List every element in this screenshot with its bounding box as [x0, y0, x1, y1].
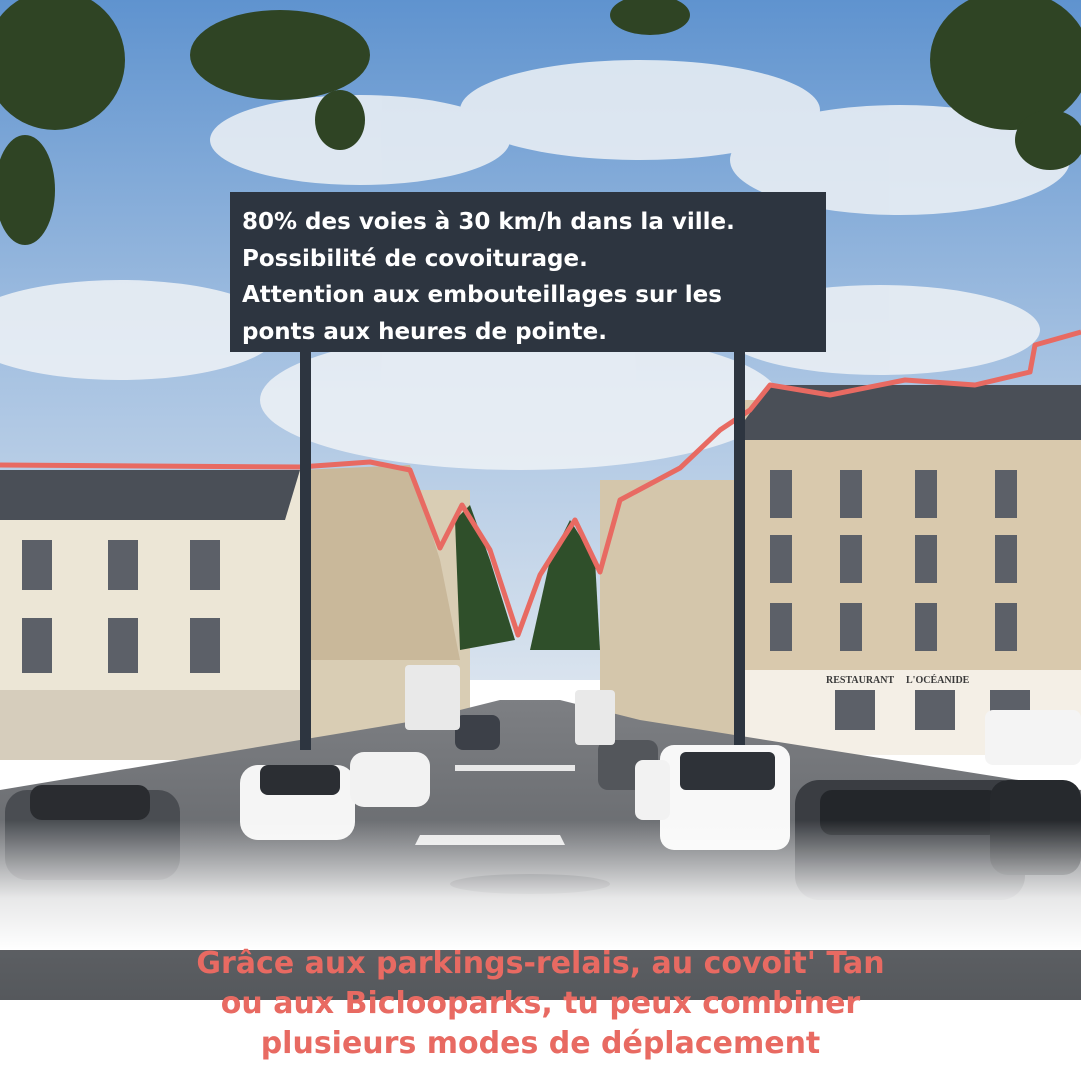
info-sign: 80% des voies à 30 km/h dans la ville. P… [230, 192, 826, 352]
sign-line-1: 80% des voies à 30 km/h dans la ville. [242, 209, 735, 235]
sign-pole-left [300, 350, 311, 750]
photo-fade [0, 820, 1081, 950]
storefront-restaurant: RESTAURANT [826, 675, 894, 686]
sign-line-4: ponts aux heures de pointe. [242, 318, 607, 345]
caption-line-1: Grâce aux parkings-relais, au covoit' Ta… [196, 946, 885, 981]
caption: Grâce aux parkings-relais, au covoit' Ta… [0, 944, 1081, 1064]
sign-line-3: Attention aux embouteillages sur les [242, 282, 722, 308]
caption-line-2: ou aux Biclooparks, tu peux combiner [220, 986, 861, 1021]
caption-line-3: plusieurs modes de déplacement [260, 1026, 821, 1061]
sign-pole-right [734, 350, 745, 745]
storefront-name: L'OCÉANIDE [906, 674, 970, 686]
sign-line-2: Possibilité de covoiturage. [242, 245, 588, 272]
